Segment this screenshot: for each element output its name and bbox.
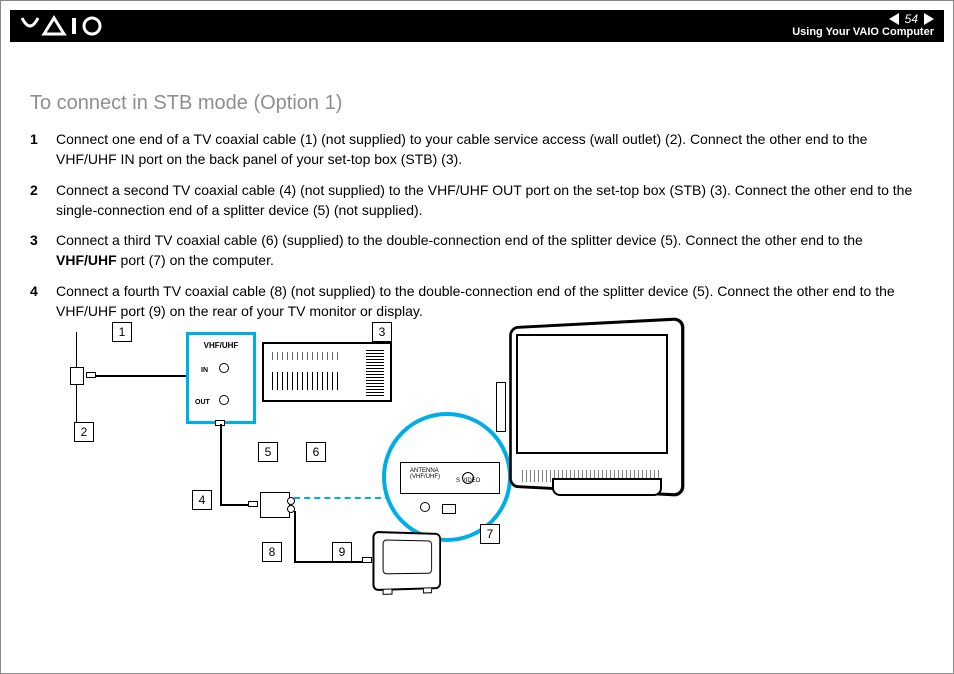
callout-9: 9 (332, 542, 352, 562)
tv-foot (383, 588, 393, 594)
coax-plug (86, 372, 96, 378)
cable-4-vertical (220, 424, 222, 504)
antenna-label: ANTENNA (VHF/UHF) (410, 468, 440, 480)
header-bar: 54 Using Your VAIO Computer (10, 10, 944, 42)
vhf-uhf-port (442, 504, 456, 514)
vhf-out-port (219, 395, 229, 405)
callout-7: 7 (480, 524, 500, 544)
callout-4: 4 (192, 490, 212, 510)
page-number: 54 (903, 12, 920, 26)
wall-outlet (70, 367, 84, 385)
next-page-icon[interactable] (924, 13, 934, 25)
tv-foot (423, 587, 432, 593)
svideo-port (462, 472, 474, 484)
out-label: OUT (195, 399, 210, 406)
callout-5: 5 (258, 442, 278, 462)
cable-4-horizontal (220, 504, 248, 506)
stb-port-highlight: VHF/UHF IN OUT (186, 332, 256, 424)
page-heading: To connect in STB mode (Option 1) (30, 92, 924, 115)
magnifier-detail: ANTENNA (VHF/UHF) S VIDEO (382, 412, 512, 542)
step-3: Connect a third TV coaxial cable (6) (su… (30, 230, 924, 271)
instruction-list: Connect one end of a TV coaxial cable (1… (30, 129, 924, 321)
page-nav: 54 (889, 12, 934, 26)
monitor-side-ports (496, 382, 506, 432)
monitor-base (552, 478, 662, 496)
step-3-part-a: Connect a third TV coaxial cable (6) (su… (56, 232, 863, 248)
connection-diagram: VHF/UHF IN OUT ANTENNA (VHF/UHF) S VIDEO (62, 312, 682, 612)
callout-1: 1 (112, 322, 132, 342)
tv-screen (383, 539, 432, 574)
coax-plug (362, 557, 372, 563)
step-1: Connect one end of a TV coaxial cable (1… (30, 129, 924, 170)
section-title: Using Your VAIO Computer (792, 26, 934, 38)
callout-6: 6 (306, 442, 326, 462)
stb-vent (366, 350, 384, 396)
callout-8: 8 (262, 542, 282, 562)
tv-monitor (372, 531, 441, 591)
monitor-screen (516, 334, 668, 454)
coax-plug (248, 501, 258, 507)
vaio-computer (502, 322, 682, 492)
page: 54 Using Your VAIO Computer To connect i… (0, 0, 954, 674)
in-label: IN (201, 367, 208, 374)
content-area: To connect in STB mode (Option 1) Connec… (30, 92, 924, 331)
cable-8-v (294, 511, 296, 561)
cable-1 (96, 375, 196, 377)
step-3-bold: VHF/UHF (56, 252, 117, 268)
set-top-box (262, 342, 392, 402)
callout-3: 3 (372, 322, 392, 342)
splitter-device (260, 492, 290, 518)
cable-8-h (294, 561, 364, 563)
prev-page-icon[interactable] (889, 13, 899, 25)
stb-grid (272, 372, 342, 390)
callout-2: 2 (74, 422, 94, 442)
step-3-part-b: port (7) on the computer. (117, 252, 274, 268)
vhf-uhf-label: VHF/UHF (189, 341, 253, 350)
stb-ports-row (272, 352, 342, 360)
port-circle (420, 502, 430, 512)
vaio-logo (20, 14, 120, 38)
step-2: Connect a second TV coaxial cable (4) (n… (30, 180, 924, 221)
vhf-in-port (219, 363, 229, 373)
